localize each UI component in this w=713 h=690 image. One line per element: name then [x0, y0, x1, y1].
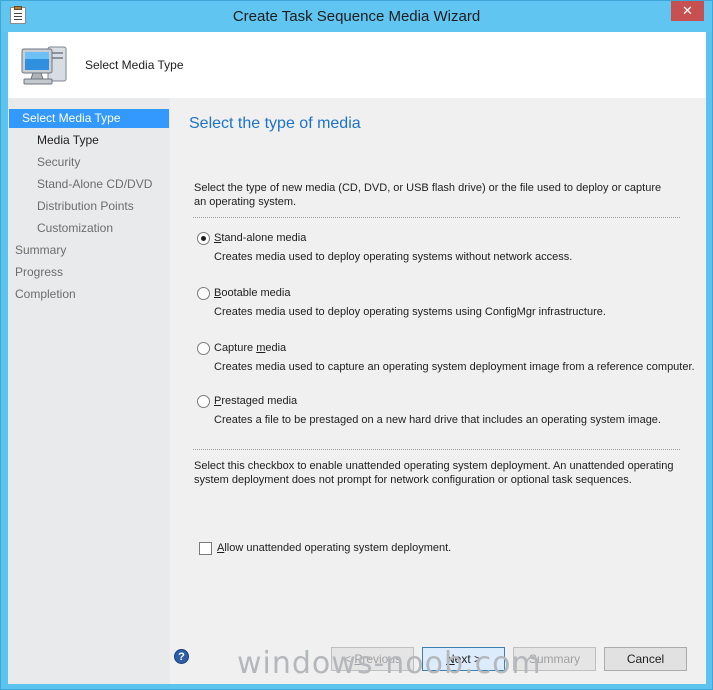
step-select-media-type[interactable]: Select Media Type — [9, 109, 169, 128]
bootable-media-description: Creates media used to deploy operating s… — [214, 306, 606, 318]
step-customization[interactable]: Customization — [37, 219, 113, 238]
help-icon[interactable]: ? — [174, 649, 189, 664]
prestaged-media-radio[interactable] — [197, 395, 210, 408]
step-summary[interactable]: Summary — [15, 241, 66, 260]
prestaged-media-label[interactable]: Prestaged media — [214, 395, 297, 407]
standalone-media-radio[interactable] — [197, 232, 210, 245]
header-band: Select Media Type — [8, 32, 706, 98]
page-heading: Select the type of media — [189, 115, 361, 132]
watermark: windows-noob.com — [237, 646, 542, 681]
prestaged-media-description: Creates a file to be prestaged on a new … — [214, 414, 661, 426]
divider — [193, 449, 680, 450]
header-title: Select Media Type — [85, 58, 184, 72]
step-completion[interactable]: Completion — [15, 285, 76, 304]
bootable-media-radio[interactable] — [197, 287, 210, 300]
standalone-media-description: Creates media used to deploy operating s… — [214, 251, 573, 263]
divider — [193, 217, 680, 218]
capture-media-radio[interactable] — [197, 342, 210, 355]
step-distribution-points[interactable]: Distribution Points — [37, 197, 134, 216]
bootable-media-label[interactable]: Bootable media — [214, 287, 290, 299]
computer-icon — [21, 46, 67, 85]
wizard-steps-sidebar: Select Media Type Media Type Security St… — [8, 98, 170, 684]
wizard-content: Select the type of media Select the type… — [170, 98, 706, 684]
close-button[interactable]: ✕ — [671, 1, 704, 21]
step-progress[interactable]: Progress — [15, 263, 63, 282]
wizard-client-area: Select Media Type Select Media Type Medi… — [8, 32, 706, 684]
unattended-note: Select this checkbox to enable unattende… — [194, 460, 674, 486]
window-title: Create Task Sequence Media Wizard — [232, 8, 481, 25]
title-bar[interactable]: Create Task Sequence Media Wizard ✕ — [1, 1, 712, 32]
capture-media-label[interactable]: Capture media — [214, 342, 286, 354]
capture-media-description: Creates media used to capture an operati… — [214, 361, 695, 373]
unattended-checkbox-label[interactable]: Allow unattended operating system deploy… — [217, 542, 451, 554]
step-media-type[interactable]: Media Type — [37, 131, 99, 150]
media-type-description: Select the type of new media (CD, DVD, o… — [194, 182, 662, 208]
wizard-window: Create Task Sequence Media Wizard ✕ Sele… — [0, 0, 713, 690]
standalone-media-label[interactable]: Stand-alone media — [214, 232, 306, 244]
step-security[interactable]: Security — [37, 153, 80, 172]
unattended-checkbox[interactable] — [199, 542, 212, 555]
step-stand-alone-cd-dvd[interactable]: Stand-Alone CD/DVD — [37, 175, 152, 194]
cancel-button[interactable]: Cancel — [604, 647, 687, 671]
